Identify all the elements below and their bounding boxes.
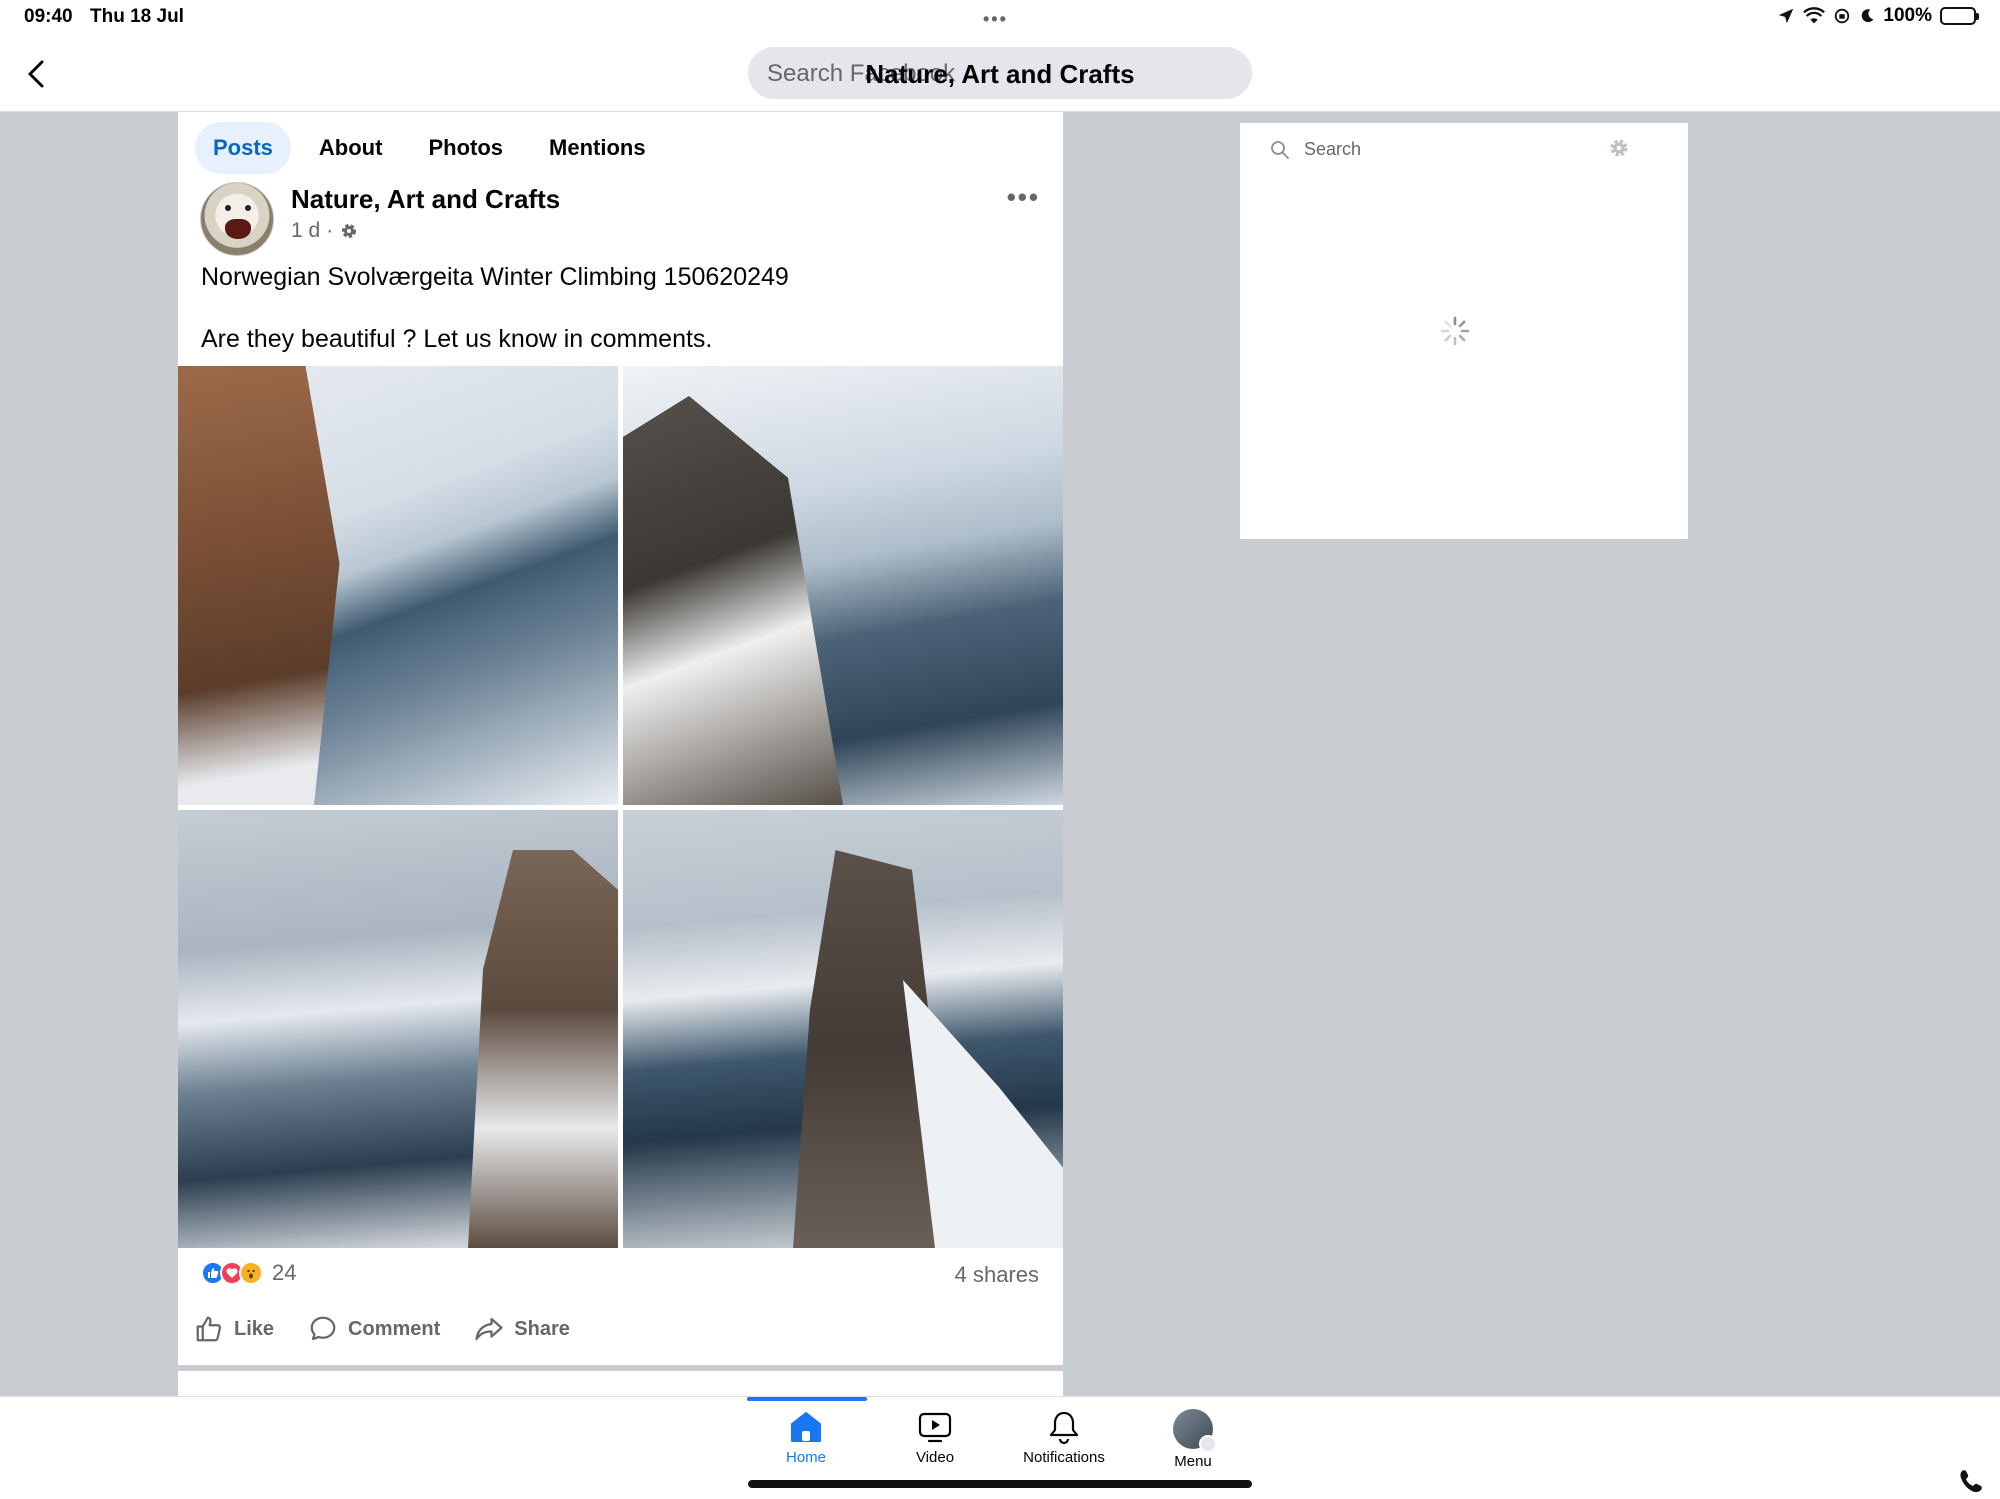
nav-menu-label: Menu: [1174, 1453, 1212, 1470]
avatar-eye: [245, 205, 251, 211]
menu-badge-icon: [1199, 1435, 1217, 1453]
moon-icon: [1862, 9, 1874, 23]
avatar-eye: [225, 205, 231, 211]
meta-separator: ·: [326, 219, 334, 242]
post-meta: 1 d ·: [291, 219, 359, 243]
back-button[interactable]: [20, 54, 52, 94]
comment-icon: [310, 1316, 336, 1341]
feed-divider: [178, 1365, 1063, 1371]
post-actions: Like Comment Share: [194, 1304, 570, 1354]
top-bar: Search Facebook Nature, Art and Crafts: [0, 34, 2000, 112]
widget-search-input[interactable]: Search: [1270, 139, 1361, 160]
orientation-lock-icon: [1835, 8, 1850, 24]
comment-label: Comment: [348, 1317, 441, 1340]
tab-mentions[interactable]: Mentions: [531, 122, 664, 174]
post-header: Nature, Art and Crafts 1 d · •••: [200, 182, 1040, 256]
side-widget: Search: [1240, 123, 1688, 539]
wow-reaction-icon: [239, 1261, 263, 1285]
search-icon: [1271, 140, 1289, 159]
tab-photos[interactable]: Photos: [410, 122, 521, 174]
search-input[interactable]: Search Facebook Nature, Art and Crafts: [748, 47, 1252, 99]
share-label: Share: [514, 1317, 570, 1340]
status-indicators: 100%: [1777, 5, 1979, 27]
page-title: Nature, Art and Crafts: [865, 59, 1135, 89]
post-photo[interactable]: [178, 810, 618, 1248]
active-tab-indicator: [747, 1397, 867, 1401]
location-icon: [1779, 8, 1794, 24]
battery-icon: [1940, 7, 1979, 25]
reaction-count: 24: [272, 1260, 297, 1285]
video-icon: [918, 1412, 952, 1443]
gear-icon: [1610, 139, 1628, 157]
page-tabs: Posts About Photos Mentions: [195, 122, 664, 174]
post-text-line: Are they beautiful ? Let us know in comm…: [201, 325, 713, 353]
home-indicator[interactable]: [748, 1480, 1252, 1488]
reaction-summary[interactable]: 24: [201, 1260, 296, 1286]
comment-button[interactable]: Comment: [308, 1304, 440, 1354]
widget-search-placeholder: Search: [1304, 139, 1362, 159]
avatar-mouth: [225, 219, 251, 239]
post-photo[interactable]: [178, 366, 618, 805]
thumbs-up-icon: [196, 1316, 222, 1342]
battery-percent: 100%: [1883, 5, 1932, 26]
bell-icon: [1049, 1411, 1079, 1445]
status-date: Thu 18 Jul: [90, 6, 184, 27]
photo-grid: [178, 366, 1063, 1248]
phone-icon[interactable]: [1958, 1468, 1984, 1494]
nav-video[interactable]: Video: [870, 1409, 1000, 1466]
nav-notifications[interactable]: Notifications: [999, 1409, 1129, 1466]
more-options-icon[interactable]: •••: [1007, 182, 1040, 213]
nav-notifications-label: Notifications: [1023, 1449, 1105, 1466]
multitasking-dots-icon[interactable]: •••: [983, 9, 1008, 30]
wifi-icon: [1803, 7, 1826, 24]
feed-column: Posts About Photos Mentions Nature, Art …: [178, 112, 1063, 1396]
share-button[interactable]: Share: [474, 1304, 570, 1354]
nav-home[interactable]: Home: [741, 1409, 871, 1466]
post-time[interactable]: 1 d: [291, 219, 320, 243]
share-icon: [475, 1317, 503, 1341]
gear-icon: [342, 224, 357, 238]
tab-posts[interactable]: Posts: [195, 122, 291, 174]
home-icon: [791, 1412, 821, 1442]
like-label: Like: [234, 1317, 275, 1340]
post-photo[interactable]: [623, 366, 1063, 805]
status-bar: 09:40 Thu 18 Jul ••• 100%: [0, 0, 2000, 34]
tab-about[interactable]: About: [301, 122, 401, 174]
user-avatar: [1173, 1409, 1217, 1453]
nav-video-label: Video: [915, 1449, 955, 1466]
post-text-line: Norwegian Svolværgeita Winter Climbing 1…: [201, 263, 789, 291]
post-photo[interactable]: [623, 810, 1063, 1248]
widget-settings-button[interactable]: [1608, 137, 1630, 164]
nav-home-label: Home: [785, 1449, 826, 1466]
status-time: 09:40: [24, 6, 73, 27]
nav-menu[interactable]: Menu: [1128, 1409, 1258, 1470]
like-button[interactable]: Like: [194, 1304, 274, 1354]
chevron-left-icon: [28, 60, 44, 88]
share-count[interactable]: 4 shares: [955, 1262, 1039, 1288]
post-author[interactable]: Nature, Art and Crafts: [291, 184, 560, 215]
loading-spinner-icon: [1440, 316, 1470, 346]
author-avatar[interactable]: [200, 182, 274, 256]
